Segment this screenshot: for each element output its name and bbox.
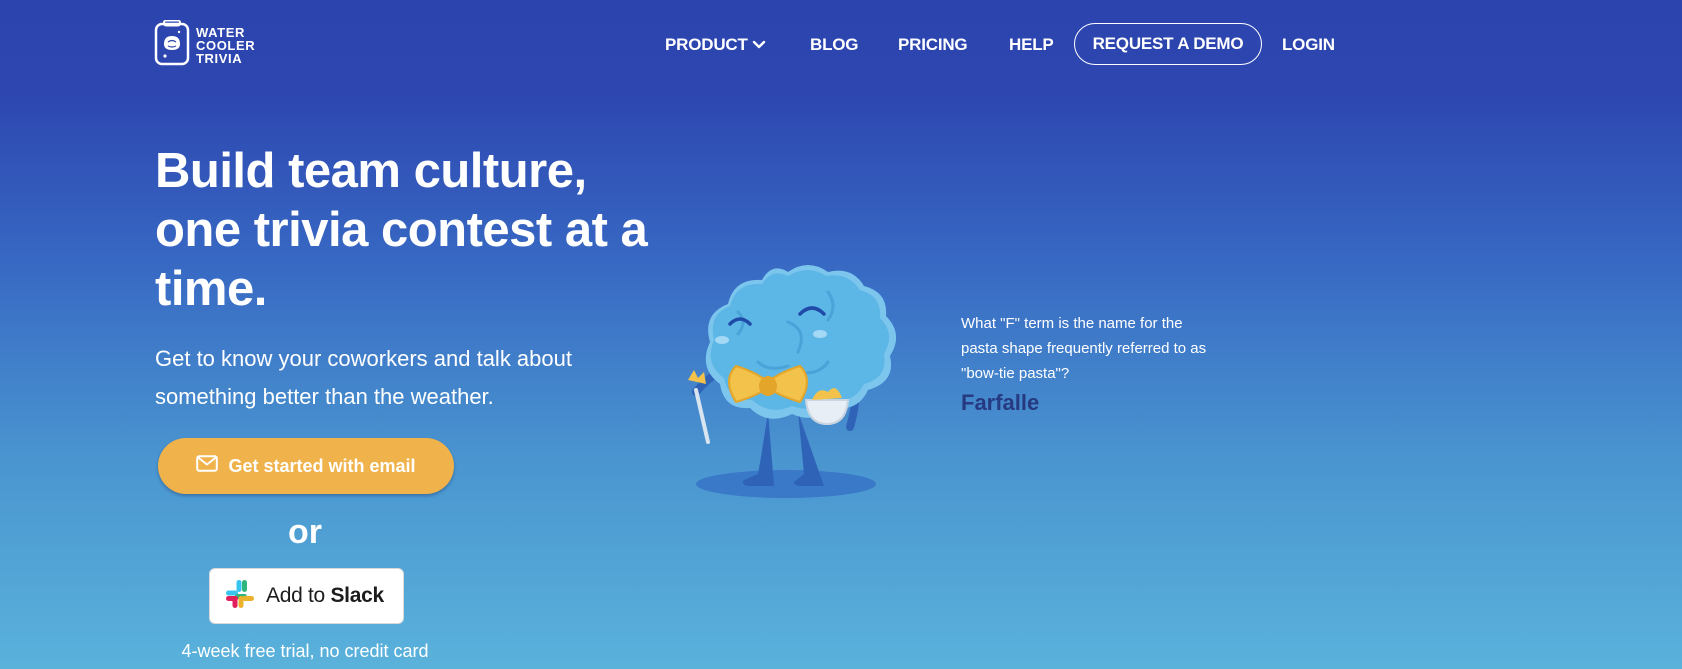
nav-pricing[interactable]: PRICING — [898, 23, 968, 67]
hero-subheadline: Get to know your coworkers and talk abou… — [155, 346, 572, 409]
add-to-slack-button[interactable]: Add to Slack — [209, 568, 404, 624]
slack-logo-icon — [224, 578, 256, 615]
trivia-answer: Farfalle — [961, 390, 1040, 415]
get-started-email-button[interactable]: Get started with email — [158, 438, 454, 494]
envelope-icon — [196, 455, 219, 477]
hero-headline: Build team culture, one trivia contest a… — [155, 144, 648, 316]
brain-mascot-illustration — [678, 262, 928, 507]
chevron-down-icon — [752, 23, 766, 67]
slack-label-prefix: Add to — [266, 584, 325, 607]
trivia-question: What "F" term is the name for the pasta … — [961, 315, 1207, 382]
nav-product-dropdown[interactable]: PRODUCT — [665, 23, 766, 67]
nav-product-label: PRODUCT — [665, 35, 748, 54]
add-to-slack-label: Add to Slack — [266, 584, 384, 608]
get-started-email-label: Get started with email — [228, 455, 416, 476]
trial-note: 4-week free trial, no credit card — [181, 641, 429, 661]
main-nav: PRODUCT BLOG PRICING HELP LOGIN — [0, 23, 1682, 67]
nav-login[interactable]: LOGIN — [1282, 23, 1335, 67]
nav-blog[interactable]: BLOG — [810, 23, 859, 67]
nav-help[interactable]: HELP — [1009, 23, 1054, 67]
slack-label-brand: Slack — [330, 584, 384, 607]
or-divider-text: or — [288, 513, 322, 551]
request-demo-button[interactable]: REQUEST A DEMO — [1074, 23, 1262, 65]
